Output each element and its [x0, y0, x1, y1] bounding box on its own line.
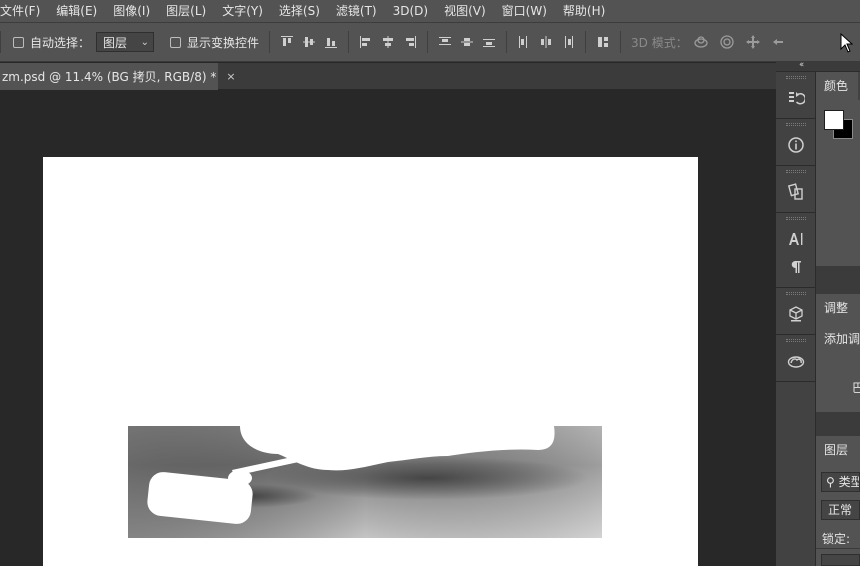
history-icon[interactable]: [776, 84, 816, 112]
menu-image[interactable]: 图像(I): [105, 0, 158, 22]
auto-select-label: 自动选择：: [30, 35, 91, 50]
options-bar: 自动选择： 图层 ⌄ 显示变换控件 3D 模式：: [0, 22, 860, 62]
grip-handle[interactable]: [785, 170, 806, 173]
lock-label: 锁定:: [822, 532, 851, 546]
distribute-right-icon[interactable]: [557, 31, 579, 53]
layer-row[interactable]: [821, 554, 860, 566]
slide-3d-icon[interactable]: [766, 31, 792, 53]
menu-layer[interactable]: 图层(L): [158, 0, 214, 22]
grip-handle[interactable]: [785, 339, 806, 342]
distribute-hcenter-icon[interactable]: [535, 31, 557, 53]
separator: [269, 31, 271, 53]
distribute-left-icon[interactable]: [513, 31, 535, 53]
align-left-icon[interactable]: [355, 31, 377, 53]
icon-group: [776, 213, 815, 288]
pan-3d-icon[interactable]: [740, 31, 766, 53]
align-right-icon[interactable]: [399, 31, 421, 53]
3d-mode-label: 3D 模式：: [631, 35, 688, 50]
document-tab[interactable]: zm.psd @ 11.4% (BG 拷贝, RGB/8) * ×: [0, 63, 236, 90]
auto-select-checkbox[interactable]: [13, 36, 24, 48]
paragraph-icon[interactable]: [776, 253, 816, 281]
blend-mode-select[interactable]: 正常: [821, 500, 860, 520]
menu-3d[interactable]: 3D(D): [385, 0, 436, 22]
menu-view[interactable]: 视图(V): [436, 0, 494, 22]
layer-kind-label: 类型: [838, 475, 859, 489]
distribute-vcenter-icon[interactable]: [456, 31, 478, 53]
mouse-cursor-icon: [840, 33, 854, 53]
menu-edit[interactable]: 编辑(E): [48, 0, 105, 22]
icon-group: [776, 335, 815, 382]
blend-mode-value: 正常: [828, 503, 853, 517]
separator: [585, 31, 587, 53]
grip-handle[interactable]: [785, 123, 806, 126]
orbit-3d-icon[interactable]: [688, 31, 714, 53]
separator: [506, 31, 508, 53]
align-bottom-icon[interactable]: [320, 31, 342, 53]
show-transform-label: 显示变换控件: [187, 35, 260, 50]
grip-handle[interactable]: [785, 217, 806, 220]
align-vcenter-icon[interactable]: [298, 31, 320, 53]
document-tab-bar: zm.psd @ 11.4% (BG 拷贝, RGB/8) * ×: [0, 63, 776, 90]
close-icon[interactable]: ×: [226, 70, 235, 83]
panel-collapse-strip[interactable]: ‹‹: [776, 60, 860, 72]
separator: [0, 31, 1, 53]
adjustments-hint: 添加调: [824, 332, 860, 346]
align-top-icon[interactable]: [276, 31, 298, 53]
menu-bar: 文件(F) 编辑(E) 图像(I) 图层(L) 文字(Y) 选择(S) 滤镜(T…: [0, 0, 860, 22]
info-icon[interactable]: [776, 131, 816, 159]
distribute-bottom-icon[interactable]: [478, 31, 500, 53]
icon-group: [776, 166, 815, 213]
search-icon: ⚲: [826, 475, 835, 489]
adjustments-more: 巴: [852, 381, 860, 395]
auto-align-icon[interactable]: [592, 31, 614, 53]
roll-3d-icon[interactable]: [714, 31, 740, 53]
menu-type[interactable]: 文字(Y): [214, 0, 271, 22]
show-transform-checkbox[interactable]: [170, 36, 182, 48]
distribute-top-icon[interactable]: [434, 31, 456, 53]
menu-select[interactable]: 选择(S): [271, 0, 328, 22]
divider: [816, 548, 860, 549]
menu-file[interactable]: 文件(F): [0, 0, 48, 22]
icon-group: [776, 119, 815, 166]
3d-icon[interactable]: [776, 300, 816, 328]
character-icon[interactable]: [776, 225, 816, 253]
grip-handle[interactable]: [785, 292, 806, 295]
menu-window[interactable]: 窗口(W): [494, 0, 555, 22]
tab-color[interactable]: 颜色: [816, 72, 858, 100]
align-hcenter-icon[interactable]: [377, 31, 399, 53]
grip-handle[interactable]: [785, 76, 806, 79]
separator: [348, 31, 350, 53]
menu-help[interactable]: 帮助(H): [555, 0, 613, 22]
tab-layers[interactable]: 图层: [816, 436, 860, 464]
collapse-icon[interactable]: ‹‹: [799, 60, 804, 70]
document-tab-title: zm.psd @ 11.4% (BG 拷贝, RGB/8) *: [2, 70, 217, 84]
libraries-icon[interactable]: [776, 347, 816, 375]
tab-adjustments[interactable]: 调整: [816, 294, 860, 322]
icon-group: [776, 288, 815, 335]
auto-select-value: 图层: [103, 35, 128, 50]
panel-area: 颜色 调整 添加调 巴 图层 ⚲ 类型 正常 锁定:: [816, 72, 860, 566]
canvas-workspace[interactable]: [0, 90, 774, 566]
separator: [427, 31, 429, 53]
layer-image: [128, 426, 602, 538]
icon-group: [776, 72, 815, 119]
panel-divider: [816, 266, 860, 294]
properties-icon[interactable]: [776, 178, 816, 206]
auto-select-dropdown[interactable]: 图层 ⌄: [96, 32, 155, 52]
foreground-color-swatch[interactable]: [824, 110, 844, 130]
chevron-down-icon: ⌄: [140, 36, 150, 48]
panel-icon-dock: [776, 72, 816, 566]
panel-divider: [816, 412, 860, 436]
layer-kind-filter[interactable]: ⚲ 类型: [821, 472, 860, 492]
separator: [620, 31, 622, 53]
menu-filter[interactable]: 滤镜(T): [328, 0, 385, 22]
